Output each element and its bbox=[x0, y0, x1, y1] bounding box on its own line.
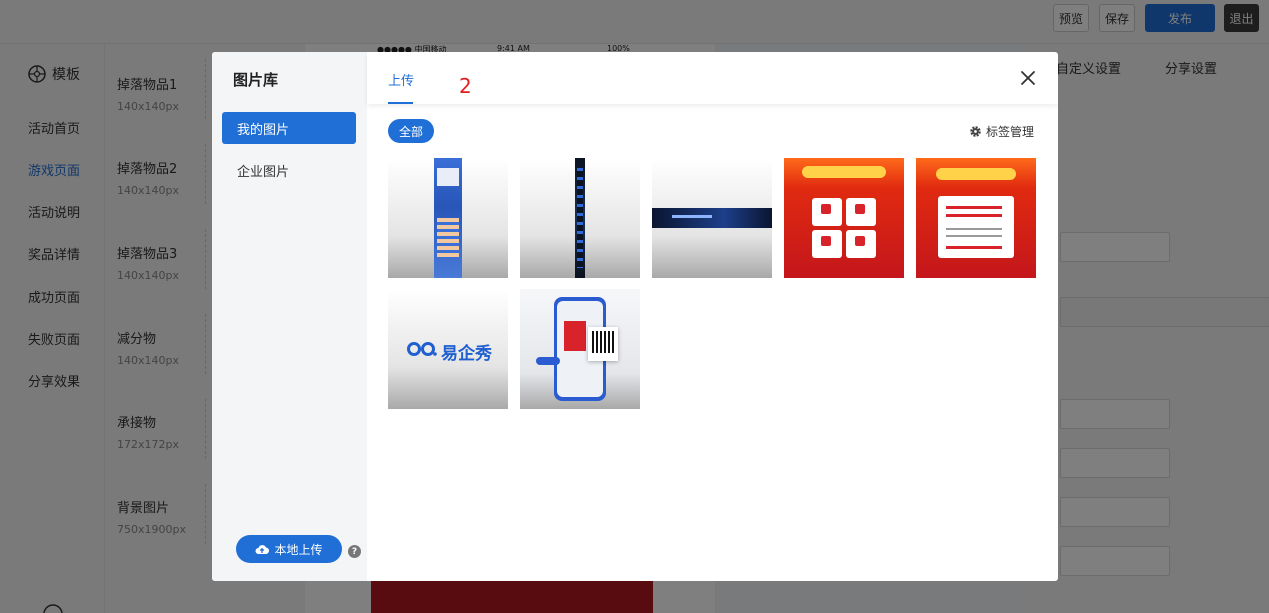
image-library-modal: 图片库 我的图片 企业图片 本地上传 ? 上传 2 全部 标签管理 易企秀 bbox=[212, 52, 1058, 581]
annotation-number: 2 bbox=[459, 74, 472, 98]
logo-mark-icon bbox=[407, 342, 437, 356]
modal-title: 图片库 bbox=[233, 71, 279, 89]
tag-manage-label: 标签管理 bbox=[986, 125, 1035, 139]
logo-text: 易企秀 bbox=[441, 344, 492, 364]
image-thumb-logo[interactable]: 易企秀 bbox=[388, 289, 508, 409]
tag-manage-link[interactable]: 标签管理 bbox=[969, 123, 1034, 140]
image-thumb-phone-qr-mockup[interactable] bbox=[520, 289, 640, 409]
cloud-upload-icon bbox=[256, 545, 270, 555]
gear-icon bbox=[970, 126, 981, 137]
help-icon[interactable]: ? bbox=[348, 545, 361, 558]
tab-upload[interactable]: 上传 bbox=[388, 70, 414, 89]
image-thumb-tall-blue-poster[interactable] bbox=[388, 158, 508, 278]
tab-bar: 上传 2 bbox=[367, 52, 1058, 104]
image-thumb-narrow-dark-strip[interactable] bbox=[520, 158, 640, 278]
local-upload-button[interactable]: 本地上传 bbox=[236, 535, 342, 563]
close-icon[interactable] bbox=[1018, 68, 1038, 88]
image-thumb-wide-blue-banner[interactable] bbox=[652, 158, 772, 278]
image-thumb-red-board-four-tiles[interactable] bbox=[784, 158, 904, 278]
category-enterprise-images[interactable]: 企业图片 bbox=[222, 154, 356, 186]
local-upload-label: 本地上传 bbox=[274, 542, 323, 557]
image-thumb-red-board-text[interactable] bbox=[916, 158, 1036, 278]
category-my-images[interactable]: 我的图片 bbox=[222, 112, 356, 144]
tab-active-underline bbox=[388, 102, 413, 104]
library-content: 上传 2 全部 标签管理 易企秀 bbox=[367, 52, 1058, 581]
library-sidebar: 图片库 我的图片 企业图片 本地上传 ? bbox=[212, 52, 367, 581]
filter-all-tag[interactable]: 全部 bbox=[388, 119, 434, 143]
